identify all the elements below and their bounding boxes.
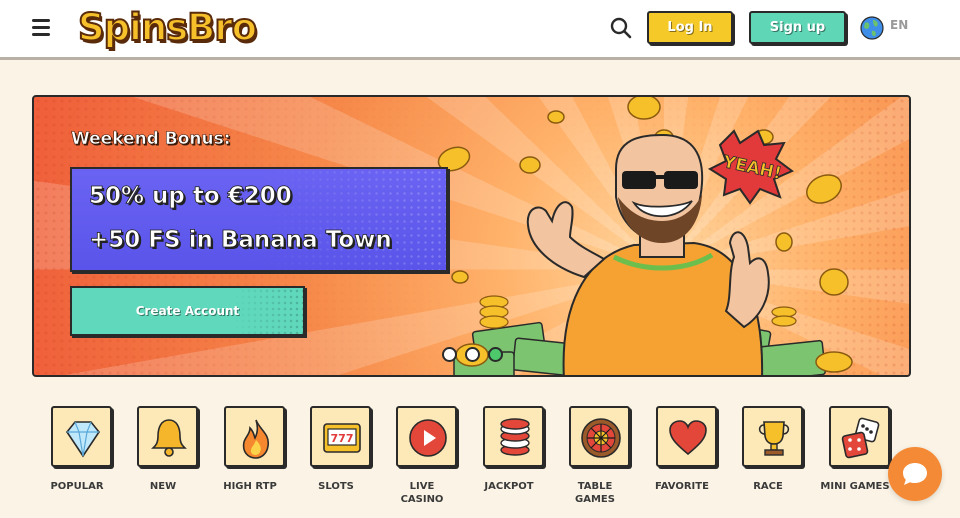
signup-button[interactable]: Sign up <box>749 11 846 44</box>
offer-line-2: +50 FS in Banana Town <box>89 227 393 254</box>
category-live-casino[interactable]: LIVE CASINO <box>377 404 467 514</box>
category-new[interactable]: NEW <box>118 404 208 514</box>
slider-dot-2[interactable] <box>465 347 480 362</box>
roulette-icon <box>581 418 621 458</box>
site-logo[interactable]: SpinsBro <box>77 2 258 54</box>
create-account-button[interactable]: Create Account <box>70 286 305 336</box>
slider-dot-3[interactable] <box>488 347 503 362</box>
category-popular[interactable]: POPULAR <box>32 404 122 514</box>
dice-icon <box>841 417 880 459</box>
hamburger-menu-icon[interactable] <box>30 16 54 38</box>
svg-text:777: 777 <box>331 432 354 445</box>
category-mini-games[interactable]: MINI GAMES <box>810 404 900 514</box>
bonus-title: Weekend Bonus: <box>71 129 231 150</box>
top-header: SpinsBro Log In Sign up EN <box>0 0 960 60</box>
slot-machine-icon: 777 <box>323 423 361 453</box>
chat-bubble-icon <box>903 463 927 485</box>
category-table-games[interactable]: TABLE GAMES <box>550 404 640 514</box>
slider-dots <box>442 347 503 362</box>
mascot-illustration: YEAH! <box>437 97 853 375</box>
play-icon <box>409 419 447 457</box>
category-jackpot[interactable]: JACKPOT <box>464 404 554 514</box>
search-icon[interactable] <box>609 16 633 40</box>
bell-icon <box>151 419 187 457</box>
category-high-rtp[interactable]: HIGH RTP <box>205 404 295 514</box>
heart-icon <box>669 420 707 456</box>
language-selector[interactable]: EN <box>890 18 908 32</box>
category-nav: POPULAR NEW HIGH RTP 777 SLOTS LIVE CASI… <box>32 404 922 518</box>
promo-banner[interactable]: YEAH! Weekend Bonus: 50% up to €200 +50 … <box>32 95 911 377</box>
flame-icon <box>242 419 270 459</box>
category-slots[interactable]: 777 SLOTS <box>291 404 381 514</box>
category-favorite[interactable]: FAVORITE <box>637 404 727 514</box>
slider-dot-1[interactable] <box>442 347 457 362</box>
globe-icon[interactable] <box>860 16 884 40</box>
offer-line-1: 50% up to €200 <box>89 183 293 210</box>
chips-icon <box>500 418 530 456</box>
offer-box: 50% up to €200 +50 FS in Banana Town <box>70 167 448 272</box>
login-button[interactable]: Log In <box>647 11 733 44</box>
category-race[interactable]: RACE <box>723 404 813 514</box>
chat-support-button[interactable] <box>888 447 942 501</box>
diamond-icon <box>66 421 100 458</box>
trophy-icon <box>758 421 790 456</box>
